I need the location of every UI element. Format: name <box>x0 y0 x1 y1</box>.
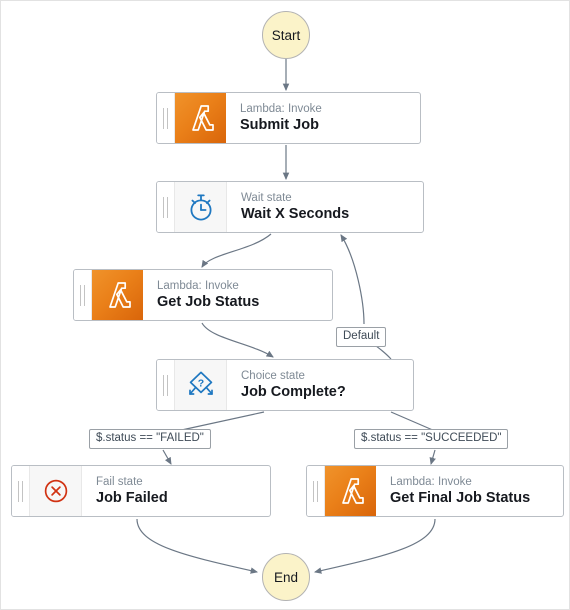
state-subtitle: Lambda: Invoke <box>390 476 472 488</box>
edge-succeeded-label-to-get-final <box>429 449 436 466</box>
start-node[interactable]: Start <box>262 11 310 59</box>
state-title: Get Job Status <box>157 294 260 310</box>
state-subtitle: Lambda: Invoke <box>240 103 322 115</box>
edge-label-default[interactable]: Default <box>336 327 387 347</box>
edge-get-final-to-end <box>313 518 436 574</box>
state-title: Job Complete? <box>241 384 346 400</box>
workflow-canvas[interactable]: Start Lambda: Invoke Submit Job Wait sta… <box>0 0 570 610</box>
edge-wait-to-get-job-status <box>201 233 272 268</box>
drag-handle-icon[interactable] <box>307 466 325 516</box>
state-subtitle: Lambda: Invoke <box>157 280 239 292</box>
drag-handle-icon[interactable] <box>74 270 92 320</box>
state-subtitle: Wait state <box>241 192 292 204</box>
state-subtitle: Fail state <box>96 476 143 488</box>
edge-get-job-status-to-choice <box>201 322 274 358</box>
state-labels: Choice state Job Complete? <box>227 360 413 410</box>
state-get-job-status[interactable]: Lambda: Invoke Get Job Status <box>73 269 333 321</box>
state-wait-x-seconds[interactable]: Wait state Wait X Seconds <box>156 181 424 233</box>
state-title: Wait X Seconds <box>241 206 350 222</box>
state-labels: Wait state Wait X Seconds <box>227 182 423 232</box>
state-title: Get Final Job Status <box>390 490 531 506</box>
state-subtitle: Choice state <box>241 370 305 382</box>
state-job-complete[interactable]: ? Choice state Job Complete? <box>156 359 414 411</box>
edge-label-succeeded[interactable]: $.status == "SUCCEEDED" <box>354 429 509 449</box>
aws-lambda-icon <box>325 466 376 516</box>
aws-lambda-icon <box>175 93 226 143</box>
state-labels: Lambda: Invoke Get Final Job Status <box>376 466 563 516</box>
state-job-failed[interactable]: Fail state Job Failed <box>11 465 271 517</box>
edge-default-to-wait <box>340 234 365 325</box>
drag-handle-icon[interactable] <box>157 182 175 232</box>
svg-text:?: ? <box>197 377 203 389</box>
end-node[interactable]: End <box>262 553 310 601</box>
stopwatch-icon <box>175 182 227 232</box>
edge-label-failed[interactable]: $.status == "FAILED" <box>89 429 211 449</box>
state-get-final-job-status[interactable]: Lambda: Invoke Get Final Job Status <box>306 465 564 517</box>
state-labels: Lambda: Invoke Submit Job <box>226 93 420 143</box>
choice-diamond-icon: ? <box>175 360 227 410</box>
start-node-label: Start <box>271 27 301 43</box>
drag-handle-icon[interactable] <box>12 466 30 516</box>
edge-failed-label-to-job-failed <box>162 449 172 465</box>
drag-handle-icon[interactable] <box>157 93 175 143</box>
state-submit-job[interactable]: Lambda: Invoke Submit Job <box>156 92 421 144</box>
drag-handle-icon[interactable] <box>157 360 175 410</box>
state-title: Submit Job <box>240 117 319 133</box>
state-labels: Fail state Job Failed <box>82 466 270 516</box>
end-node-label: End <box>273 569 299 585</box>
aws-lambda-icon <box>92 270 143 320</box>
state-title: Job Failed <box>96 490 168 506</box>
fail-circle-x-icon <box>30 466 82 516</box>
state-labels: Lambda: Invoke Get Job Status <box>143 270 332 320</box>
edge-job-failed-to-end <box>136 518 259 574</box>
